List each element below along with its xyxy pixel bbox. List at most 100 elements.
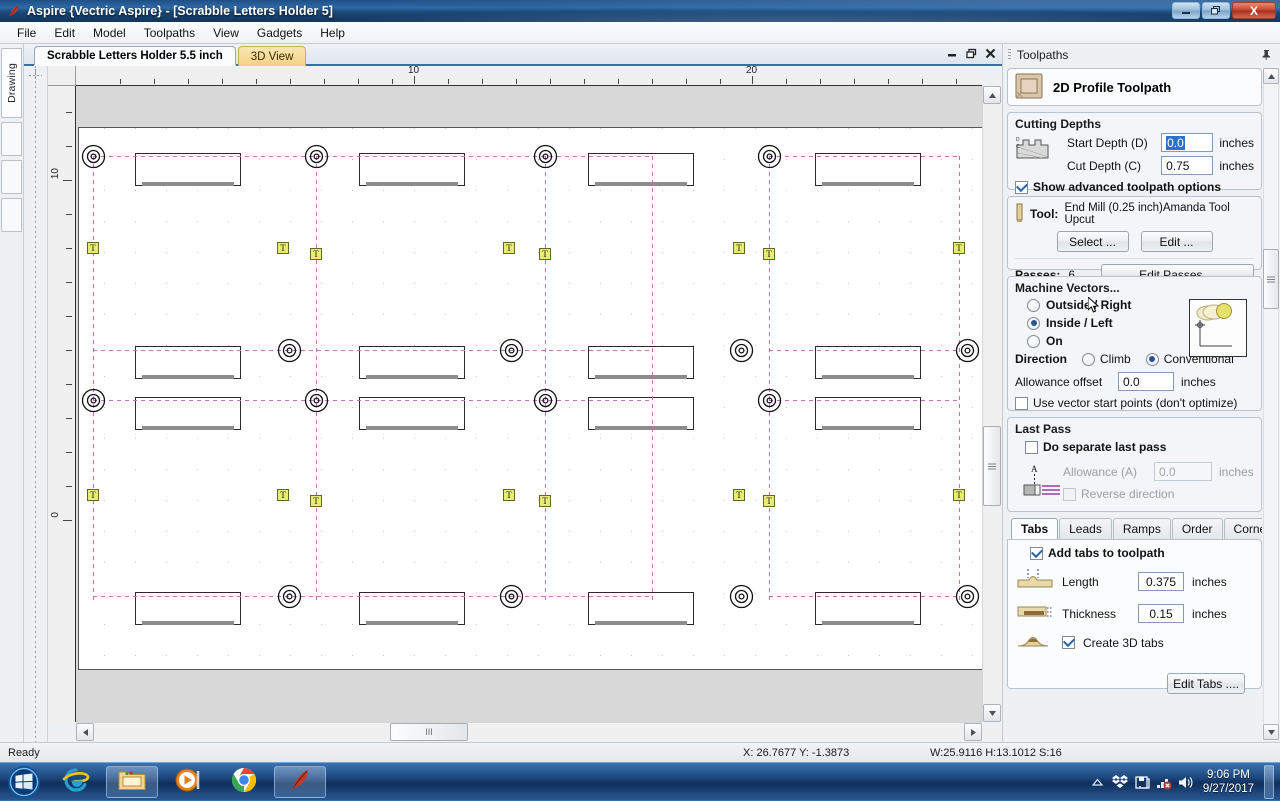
pin-icon[interactable] bbox=[1260, 49, 1272, 61]
menu-item-edit[interactable]: Edit bbox=[45, 23, 84, 43]
tab-marker[interactable]: T bbox=[733, 489, 745, 501]
toolpath-start-point-icon[interactable] bbox=[955, 584, 980, 609]
taskbar-item-windows-media-player[interactable] bbox=[162, 766, 214, 798]
volume-icon[interactable] bbox=[1175, 775, 1197, 790]
menu-item-toolpaths[interactable]: Toolpaths bbox=[135, 23, 204, 43]
last-pass-allowance-input[interactable]: 0.0 bbox=[1154, 462, 1212, 481]
cut-depth-input[interactable]: 0.75 bbox=[1161, 156, 1214, 175]
toolpath-start-point-icon[interactable] bbox=[955, 338, 980, 363]
tab-marker[interactable]: T bbox=[310, 248, 322, 260]
tab-marker[interactable]: T bbox=[87, 242, 99, 254]
show-advanced-checkbox[interactable] bbox=[1015, 180, 1028, 194]
document-tab-3d-view[interactable]: 3D View bbox=[237, 46, 307, 66]
create-3d-tabs-checkbox[interactable] bbox=[1062, 636, 1075, 649]
reverse-direction-checkbox[interactable] bbox=[1063, 487, 1076, 501]
tab-marker[interactable]: T bbox=[763, 248, 775, 260]
mdi-minimize-button[interactable] bbox=[946, 47, 958, 59]
tab-marker[interactable]: T bbox=[277, 242, 289, 254]
document-tab-bar[interactable]: Scrabble Letters Holder 5.5 inch 3D View bbox=[24, 44, 1002, 66]
toolpath-start-point-icon[interactable] bbox=[81, 388, 106, 413]
mdi-window-controls[interactable] bbox=[946, 47, 996, 59]
menu-item-view[interactable]: View bbox=[204, 23, 248, 43]
close-button[interactable]: X bbox=[1232, 2, 1276, 19]
vertical-scroll-thumb[interactable] bbox=[983, 426, 1001, 506]
direction-radio-conventional[interactable] bbox=[1145, 352, 1159, 366]
do-separate-last-pass-checkbox[interactable] bbox=[1025, 440, 1038, 454]
sidebar-tab-drawing[interactable]: Drawing bbox=[1, 48, 22, 118]
toolpath-start-point-icon[interactable] bbox=[499, 584, 524, 609]
dropbox-icon[interactable] bbox=[1109, 773, 1131, 791]
tab-thickness-input[interactable]: 0.15 bbox=[1138, 604, 1184, 623]
scroll-left-button[interactable] bbox=[76, 723, 94, 741]
toolpath-start-point-icon[interactable] bbox=[499, 338, 524, 363]
taskbar-clock[interactable]: 9:06 PM 9/27/2017 bbox=[1203, 768, 1254, 796]
restore-button[interactable] bbox=[1202, 2, 1230, 19]
tab-order[interactable]: Order bbox=[1171, 518, 1223, 539]
design-canvas[interactable]: T T T T T T T T T T T T T T T T bbox=[76, 86, 982, 722]
menu-bar[interactable]: File Edit Model Toolpaths View Gadgets H… bbox=[0, 22, 1280, 44]
window-title-bar[interactable]: Aspire {Vectric Aspire} - [Scrabble Lett… bbox=[0, 0, 1280, 22]
toolpath-start-point-icon[interactable] bbox=[304, 144, 329, 169]
toolpath-start-point-icon[interactable] bbox=[533, 388, 558, 413]
edit-tabs-button[interactable]: Edit Tabs .... bbox=[1167, 673, 1245, 694]
mdi-close-button[interactable] bbox=[984, 47, 996, 59]
tab-ramps[interactable]: Ramps bbox=[1112, 518, 1171, 539]
use-vector-start-points-checkbox[interactable] bbox=[1015, 396, 1028, 410]
toolpath-start-point-icon[interactable] bbox=[304, 388, 329, 413]
sidebar-tab-2[interactable] bbox=[1, 122, 22, 156]
tab-marker[interactable]: T bbox=[87, 489, 99, 501]
tab-marker[interactable]: T bbox=[503, 489, 515, 501]
menu-item-file[interactable]: File bbox=[8, 23, 45, 43]
canvas-horizontal-scrollbar[interactable]: III bbox=[76, 722, 982, 742]
tab-marker[interactable]: T bbox=[539, 495, 551, 507]
toolpath-options-tab-bar[interactable]: Tabs Leads Ramps Order Corners bbox=[1007, 518, 1262, 539]
tab-leads[interactable]: Leads bbox=[1059, 518, 1112, 539]
toolpath-start-point-icon[interactable] bbox=[757, 144, 782, 169]
tab-corners[interactable]: Corners bbox=[1223, 518, 1262, 539]
allowance-offset-input[interactable]: 0.0 bbox=[1118, 372, 1174, 391]
toolpath-start-point-icon[interactable] bbox=[729, 338, 754, 363]
windows-start-orb-icon[interactable] bbox=[2, 765, 46, 799]
select-tool-button[interactable]: Select ... bbox=[1056, 231, 1129, 252]
tab-marker[interactable]: T bbox=[310, 495, 322, 507]
tab-marker[interactable]: T bbox=[503, 242, 515, 254]
show-desktop-button[interactable] bbox=[1264, 765, 1274, 799]
machine-vectors-radio-inside-left[interactable] bbox=[1027, 316, 1040, 330]
canvas-vertical-scrollbar[interactable] bbox=[982, 86, 1002, 722]
tab-marker[interactable]: T bbox=[953, 489, 965, 501]
panel-scroll-down-button[interactable] bbox=[1263, 724, 1279, 740]
taskbar-item-internet-explorer[interactable] bbox=[50, 766, 102, 798]
network-error-icon[interactable] bbox=[1153, 774, 1175, 790]
menu-item-model[interactable]: Model bbox=[84, 23, 135, 43]
tab-marker[interactable]: T bbox=[763, 495, 775, 507]
taskbar-item-windows-explorer[interactable] bbox=[106, 765, 158, 798]
tab-marker[interactable]: T bbox=[277, 489, 289, 501]
sidebar-tab-3[interactable] bbox=[1, 160, 22, 194]
start-depth-input[interactable]: 0.0 bbox=[1161, 133, 1214, 152]
scroll-up-button[interactable] bbox=[983, 86, 1001, 104]
toolpath-start-point-icon[interactable] bbox=[81, 144, 106, 169]
taskbar-item-google-chrome[interactable] bbox=[218, 766, 270, 798]
toolpath-start-point-icon[interactable] bbox=[277, 584, 302, 609]
material-sheet[interactable]: T T T T T T T T T T T T T T T T bbox=[78, 127, 982, 670]
minimize-button[interactable] bbox=[1172, 2, 1200, 19]
window-controls[interactable]: X bbox=[1172, 2, 1276, 19]
mdi-restore-button[interactable] bbox=[965, 47, 977, 59]
taskbar-item-aspire[interactable] bbox=[274, 765, 326, 798]
panel-scroll-up-button[interactable] bbox=[1263, 68, 1279, 84]
document-tab-scrabble-letters-holder[interactable]: Scrabble Letters Holder 5.5 inch bbox=[34, 46, 236, 66]
edit-tool-button[interactable]: Edit ... bbox=[1140, 231, 1213, 252]
add-tabs-checkbox[interactable] bbox=[1030, 546, 1043, 560]
toolpath-start-point-icon[interactable] bbox=[729, 584, 754, 609]
horizontal-scroll-thumb[interactable]: III bbox=[390, 723, 468, 741]
scroll-right-button[interactable] bbox=[964, 723, 982, 741]
toolpath-start-point-icon[interactable] bbox=[533, 144, 558, 169]
toolpath-start-point-icon[interactable] bbox=[757, 388, 782, 413]
sidebar-tab-4[interactable] bbox=[1, 198, 22, 232]
tab-marker[interactable]: T bbox=[539, 248, 551, 260]
tab-marker[interactable]: T bbox=[953, 242, 965, 254]
tab-tabs[interactable]: Tabs bbox=[1011, 518, 1059, 539]
machine-vectors-radio-outside-right[interactable] bbox=[1027, 298, 1040, 312]
menu-item-gadgets[interactable]: Gadgets bbox=[248, 23, 311, 43]
menu-item-help[interactable]: Help bbox=[311, 23, 354, 43]
